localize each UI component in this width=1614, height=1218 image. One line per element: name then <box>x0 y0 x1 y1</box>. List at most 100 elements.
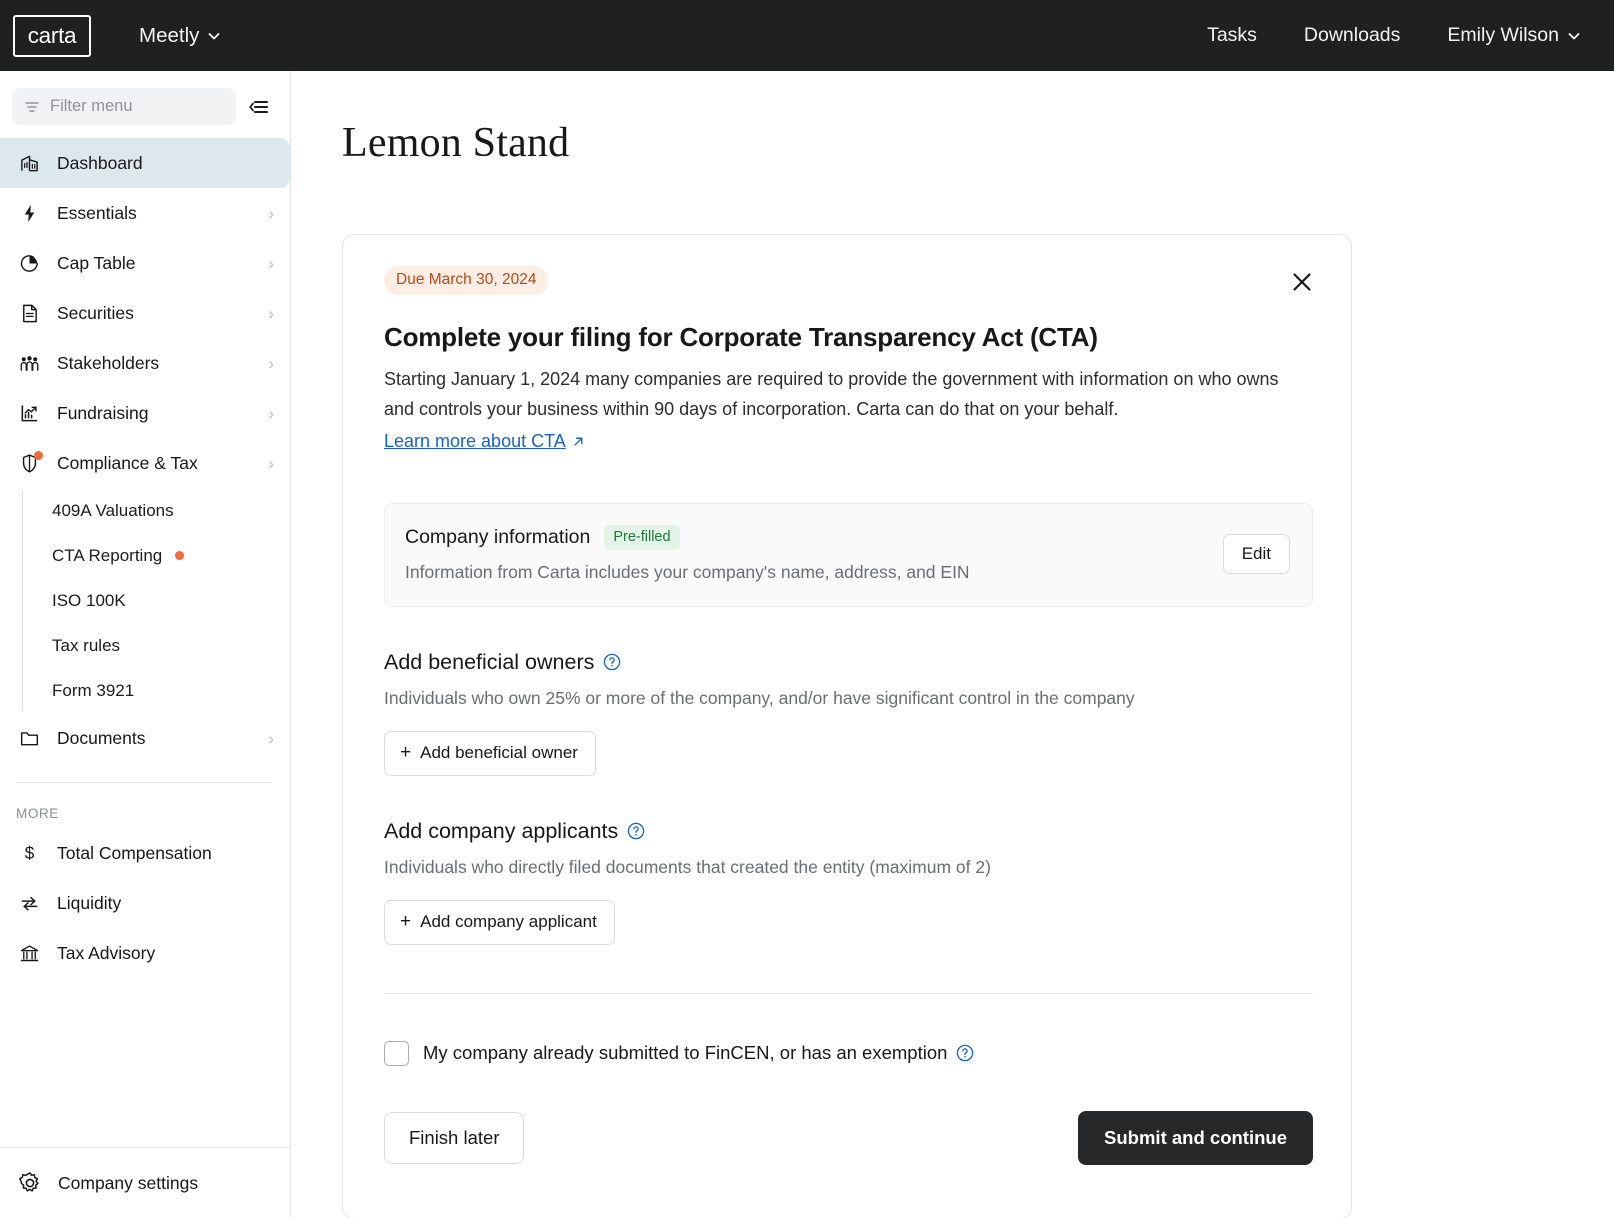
exemption-checkbox[interactable] <box>384 1041 409 1066</box>
learn-more-label: Learn more about CTA <box>384 431 566 452</box>
sidebar: Filter menu Dashboard <box>0 71 291 1218</box>
sidebar-item-fundraising[interactable]: Fundraising › <box>0 388 290 438</box>
chevron-right-icon: › <box>268 255 274 272</box>
help-circle-icon[interactable] <box>627 822 645 840</box>
sidebar-subitem-tax-rules[interactable]: Tax rules <box>22 623 290 668</box>
company-information-subtitle: Information from Carta includes your com… <box>405 562 1223 583</box>
sidebar-item-tax-advisory[interactable]: Tax Advisory <box>0 928 290 978</box>
company-information-title: Company information <box>405 526 590 549</box>
sidebar-item-liquidity[interactable]: Liquidity <box>0 878 290 928</box>
gear-icon <box>18 1171 42 1195</box>
sidebar-item-documents[interactable]: Documents › <box>0 713 290 763</box>
add-company-applicant-button[interactable]: + Add company applicant <box>384 900 615 945</box>
add-beneficial-owner-label: Add beneficial owner <box>420 743 578 763</box>
card-description: Starting January 1, 2024 many companies … <box>384 365 1284 425</box>
top-nav-right-group: Tasks Downloads Emily Wilson <box>1207 24 1614 47</box>
sidebar-item-company-settings[interactable]: Company settings <box>0 1147 290 1218</box>
add-company-applicant-label: Add company applicant <box>420 912 597 932</box>
add-beneficial-owner-button[interactable]: + Add beneficial owner <box>384 731 596 776</box>
sidebar-item-label: Cap Table <box>57 253 136 274</box>
sidebar-item-label: Documents <box>57 728 146 749</box>
company-information-box: Company information Pre-filled Informati… <box>384 503 1313 607</box>
exemption-checkbox-label-row: My company already submitted to FinCEN, … <box>423 1042 974 1064</box>
shield-icon <box>18 452 41 475</box>
sidebar-subitem-iso-100k[interactable]: ISO 100K <box>22 578 290 623</box>
sidebar-subitem-409a-valuations[interactable]: 409A Valuations <box>22 488 290 533</box>
sidebar-subitem-label: 409A Valuations <box>52 501 174 521</box>
chevron-down-icon <box>1568 30 1580 42</box>
nav-link-tasks[interactable]: Tasks <box>1207 24 1257 47</box>
sidebar-subitem-label: ISO 100K <box>52 591 126 611</box>
card-divider <box>384 993 1313 994</box>
filter-menu-placeholder: Filter menu <box>50 97 133 116</box>
company-applicants-section: Add company applicants Individuals who d… <box>384 819 1313 945</box>
help-circle-icon[interactable] <box>956 1044 974 1062</box>
chevron-right-icon: › <box>268 730 274 747</box>
company-applicants-title-row: Add company applicants <box>384 819 1313 844</box>
sidebar-subitem-form-3921[interactable]: Form 3921 <box>22 668 290 713</box>
sidebar-item-stakeholders[interactable]: Stakeholders › <box>0 338 290 388</box>
finish-later-button[interactable]: Finish later <box>384 1112 524 1164</box>
sidebar-subitem-label: Form 3921 <box>52 681 134 701</box>
filter-menu-input[interactable]: Filter menu <box>12 88 236 125</box>
company-information-texts: Company information Pre-filled Informati… <box>405 525 1223 583</box>
page-title: Lemon Stand <box>342 119 1614 167</box>
company-information-header: Company information Pre-filled <box>405 525 1223 550</box>
sidebar-item-dashboard[interactable]: Dashboard <box>0 138 290 188</box>
top-navigation-bar: carta Meetly Tasks Downloads Emily Wilso… <box>0 0 1614 71</box>
sidebar-item-label: Company settings <box>58 1173 198 1194</box>
card-actions-row: Finish later Submit and continue <box>384 1111 1313 1209</box>
submit-and-continue-button[interactable]: Submit and continue <box>1078 1111 1313 1165</box>
people-icon <box>18 352 41 375</box>
user-menu[interactable]: Emily Wilson <box>1447 24 1580 47</box>
lightning-icon <box>18 202 41 225</box>
company-applicants-subtitle: Individuals who directly filed documents… <box>384 857 1313 878</box>
company-switcher[interactable]: Meetly <box>139 24 220 48</box>
pie-chart-icon <box>18 252 41 275</box>
notification-dot <box>34 451 43 460</box>
beneficial-owners-title-row: Add beneficial owners <box>384 650 1313 675</box>
carta-logo-text: carta <box>28 23 77 49</box>
filter-icon <box>24 99 40 115</box>
sidebar-item-label: Dashboard <box>57 153 143 174</box>
plus-icon: + <box>400 743 411 762</box>
cta-filing-card: Due March 30, 2024 Complete your filing … <box>342 234 1352 1218</box>
collapse-sidebar-icon[interactable] <box>244 91 276 123</box>
sidebar-item-essentials[interactable]: Essentials › <box>0 188 290 238</box>
sidebar-filter-row: Filter menu <box>0 71 290 125</box>
sidebar-item-cap-table[interactable]: Cap Table › <box>0 238 290 288</box>
sidebar-subitem-cta-reporting[interactable]: CTA Reporting <box>22 533 290 578</box>
dashboard-icon <box>18 152 41 175</box>
close-icon[interactable] <box>1287 267 1317 297</box>
bank-icon <box>18 942 41 965</box>
document-icon <box>18 302 41 325</box>
beneficial-owners-section: Add beneficial owners Individuals who ow… <box>384 650 1313 776</box>
sidebar-more-label: MORE <box>0 783 290 828</box>
exemption-checkbox-label: My company already submitted to FinCEN, … <box>423 1042 947 1064</box>
due-date-badge: Due March 30, 2024 <box>384 266 548 295</box>
transfer-icon <box>18 892 41 915</box>
sidebar-item-securities[interactable]: Securities › <box>0 288 290 338</box>
sidebar-item-total-compensation[interactable]: $ Total Compensation <box>0 828 290 878</box>
nav-link-downloads[interactable]: Downloads <box>1304 24 1400 47</box>
trend-chart-icon <box>18 402 41 425</box>
beneficial-owners-subtitle: Individuals who own 25% or more of the c… <box>384 688 1313 709</box>
carta-logo[interactable]: carta <box>13 15 91 57</box>
edit-button[interactable]: Edit <box>1223 534 1290 574</box>
company-switcher-label: Meetly <box>139 24 199 48</box>
sidebar-nav: Dashboard Essentials › Cap Table › <box>0 138 290 978</box>
learn-more-link[interactable]: Learn more about CTA <box>384 431 585 452</box>
sidebar-item-label: Stakeholders <box>57 353 159 374</box>
sidebar-item-compliance-tax[interactable]: Compliance & Tax › <box>0 438 290 488</box>
chevron-right-icon: › <box>268 355 274 372</box>
svg-text:$: $ <box>25 843 35 863</box>
chevron-right-icon: › <box>268 305 274 322</box>
help-circle-icon[interactable] <box>603 653 621 671</box>
sidebar-subnav-compliance: 409A Valuations CTA Reporting ISO 100K T… <box>0 488 290 713</box>
prefilled-badge: Pre-filled <box>604 525 679 550</box>
beneficial-owners-title: Add beneficial owners <box>384 650 594 675</box>
exemption-checkbox-row: My company already submitted to FinCEN, … <box>384 1041 1313 1066</box>
plus-icon: + <box>400 912 411 931</box>
dollar-icon: $ <box>18 842 41 865</box>
folder-icon <box>18 727 41 750</box>
